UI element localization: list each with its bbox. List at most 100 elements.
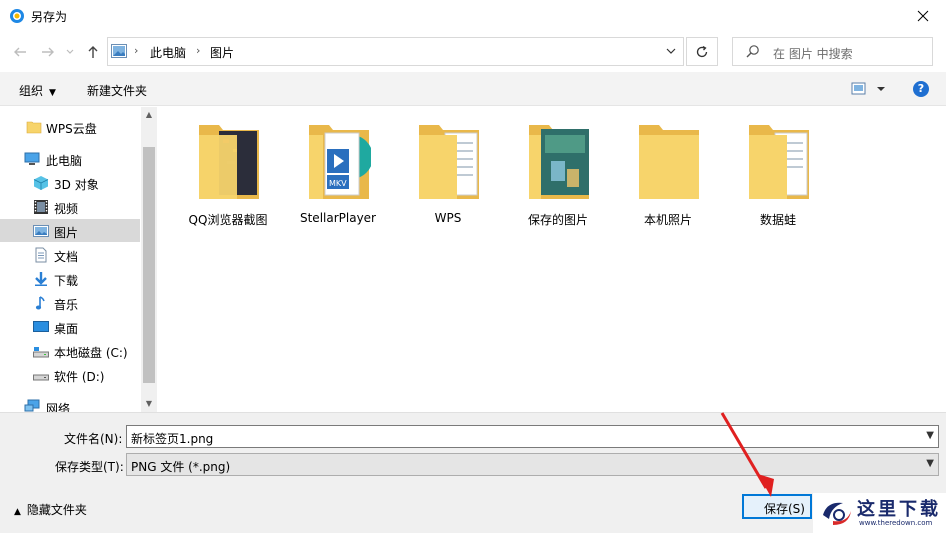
breadcrumb-separator: › bbox=[196, 44, 201, 57]
filetype-select[interactable]: PNG 文件 (*.png) ▼ bbox=[126, 453, 939, 476]
navigation-pane: WPS云盘 此电脑 3D 对象 视频 图片 文档 下载 音乐 桌面 本地磁盘 (… bbox=[0, 107, 157, 412]
title-bar: 另存为 bbox=[0, 0, 946, 32]
folder-item-saved-pictures[interactable]: 保存的图片 bbox=[503, 107, 613, 237]
desktop-icon bbox=[33, 321, 49, 332]
sidebar-item-videos[interactable]: 视频 bbox=[0, 195, 140, 218]
caret-up-icon: ▲ bbox=[14, 507, 21, 517]
search-icon bbox=[746, 45, 759, 58]
folder-icon bbox=[419, 125, 479, 199]
back-button[interactable] bbox=[9, 41, 31, 63]
sidebar-item-label: 此电脑 bbox=[46, 154, 83, 168]
arrow-up-icon bbox=[88, 46, 98, 58]
svg-text:MKV: MKV bbox=[329, 179, 347, 188]
help-button[interactable]: ? bbox=[913, 81, 929, 97]
sidebar-item-label: 文档 bbox=[54, 250, 79, 264]
refresh-icon bbox=[696, 45, 708, 57]
arrow-right-icon bbox=[42, 47, 54, 57]
chevron-down-icon[interactable] bbox=[665, 45, 677, 57]
document-icon bbox=[35, 247, 47, 263]
folder-icon: MKV bbox=[309, 125, 371, 199]
folder-item-shujuwa[interactable]: 数据蛙 bbox=[723, 107, 833, 237]
folder-icon bbox=[749, 125, 809, 199]
sidebar-item-label: 下载 bbox=[54, 274, 79, 288]
filename-label: 文件名(N): bbox=[64, 432, 123, 446]
filetype-value: PNG 文件 (*.png) bbox=[131, 460, 231, 474]
hide-folders-toggle[interactable]: ▲ 隐藏文件夹 bbox=[14, 501, 87, 518]
close-icon bbox=[917, 10, 929, 22]
folder-item-wps[interactable]: WPS bbox=[393, 107, 503, 237]
filename-value: 新标签页1.png bbox=[131, 432, 214, 446]
hide-folders-label: 隐藏文件夹 bbox=[26, 503, 87, 517]
recent-dropdown[interactable] bbox=[59, 41, 81, 63]
watermark-logo-icon bbox=[823, 502, 851, 525]
drive-icon bbox=[33, 374, 49, 381]
sidebar-item-label: 网络 bbox=[46, 402, 71, 412]
picture-icon bbox=[33, 225, 49, 237]
breadcrumb-pictures[interactable]: 图片 bbox=[210, 44, 234, 61]
sidebar-item-wps-cloud[interactable]: WPS云盘 bbox=[0, 115, 140, 138]
search-placeholder: 在 图片 中搜索 bbox=[773, 47, 853, 61]
save-button[interactable]: 保存(S) bbox=[742, 494, 812, 519]
filename-input[interactable]: 新标签页1.png ▼ bbox=[126, 425, 939, 448]
file-list: QQ浏览器截图 MKV StellarPlayer WPS 保存的图片 本机照片… bbox=[160, 107, 946, 412]
close-button[interactable] bbox=[900, 0, 946, 32]
address-bar[interactable]: › 此电脑 › 图片 bbox=[107, 37, 684, 66]
sidebar-item-3d-objects[interactable]: 3D 对象 bbox=[0, 171, 140, 194]
folder-icon bbox=[639, 125, 699, 199]
chevron-down-icon[interactable]: ▼ bbox=[926, 430, 934, 441]
site-watermark: 这里下载 www.theredown.com bbox=[813, 493, 946, 533]
music-icon bbox=[35, 296, 45, 310]
cube-icon bbox=[33, 176, 49, 190]
sidebar-item-label: 软件 (D:) bbox=[54, 370, 105, 384]
sidebar-item-label: 视频 bbox=[54, 202, 79, 216]
folder-label: StellarPlayer bbox=[299, 211, 376, 225]
folder-item-stellarplayer[interactable]: MKV StellarPlayer bbox=[283, 107, 393, 237]
folder-label: QQ浏览器截图 bbox=[188, 213, 268, 227]
scroll-up-icon[interactable]: ▲ bbox=[141, 107, 157, 123]
folder-label: 数据蛙 bbox=[759, 213, 796, 227]
sidebar-item-downloads[interactable]: 下载 bbox=[0, 267, 140, 290]
folder-item-qq-screenshots[interactable]: QQ浏览器截图 bbox=[173, 107, 283, 237]
network-icon bbox=[24, 399, 40, 412]
sidebar-item-label: 桌面 bbox=[54, 322, 79, 336]
drive-icon bbox=[33, 347, 49, 358]
sidebar-item-drive-d[interactable]: 软件 (D:) bbox=[0, 363, 140, 386]
sidebar-item-label: 本地磁盘 (C:) bbox=[54, 346, 128, 360]
sidebar-item-label: 音乐 bbox=[54, 298, 79, 312]
sidebar-item-drive-c[interactable]: 本地磁盘 (C:) bbox=[0, 339, 140, 362]
picture-icon bbox=[111, 44, 127, 58]
sidebar-scroll-thumb[interactable] bbox=[143, 147, 155, 383]
sidebar-item-network[interactable]: 网络 bbox=[0, 395, 140, 412]
sidebar-item-documents[interactable]: 文档 bbox=[0, 243, 140, 266]
app-icon bbox=[10, 9, 24, 23]
organize-menu[interactable]: 组织 ▼ bbox=[19, 82, 56, 99]
film-icon bbox=[34, 200, 48, 214]
search-box[interactable]: 在 图片 中搜索 bbox=[732, 37, 933, 66]
forward-button[interactable] bbox=[37, 41, 59, 63]
refresh-button[interactable] bbox=[686, 37, 718, 66]
scroll-down-icon[interactable]: ▼ bbox=[141, 396, 157, 412]
up-button[interactable] bbox=[82, 41, 104, 63]
folder-icon bbox=[26, 121, 42, 134]
new-folder-button[interactable]: 新建文件夹 bbox=[87, 82, 147, 99]
sidebar-item-this-pc[interactable]: 此电脑 bbox=[0, 147, 140, 170]
sidebar-item-label: 3D 对象 bbox=[54, 178, 99, 192]
sidebar-item-desktop[interactable]: 桌面 bbox=[0, 315, 140, 338]
folder-icon bbox=[199, 125, 259, 199]
arrow-left-icon bbox=[14, 47, 26, 57]
view-icon bbox=[851, 82, 885, 95]
sidebar-item-label: 图片 bbox=[54, 226, 79, 240]
sidebar-item-pictures[interactable]: 图片 bbox=[0, 219, 140, 242]
breadcrumb-this-pc[interactable]: 此电脑 bbox=[150, 44, 186, 61]
folder-item-local-photos[interactable]: 本机照片 bbox=[613, 107, 723, 237]
download-icon bbox=[35, 272, 47, 286]
save-label: 保存(S) bbox=[764, 502, 805, 516]
watermark-url: www.theredown.com bbox=[859, 519, 933, 527]
chevron-down-icon bbox=[66, 49, 74, 54]
sidebar-item-music[interactable]: 音乐 bbox=[0, 291, 140, 314]
sidebar-item-label: WPS云盘 bbox=[46, 122, 97, 136]
view-options-button[interactable] bbox=[851, 82, 887, 99]
computer-icon bbox=[24, 152, 40, 165]
watermark-text: 这里下载 bbox=[857, 499, 941, 520]
filetype-label: 保存类型(T): bbox=[55, 460, 124, 474]
